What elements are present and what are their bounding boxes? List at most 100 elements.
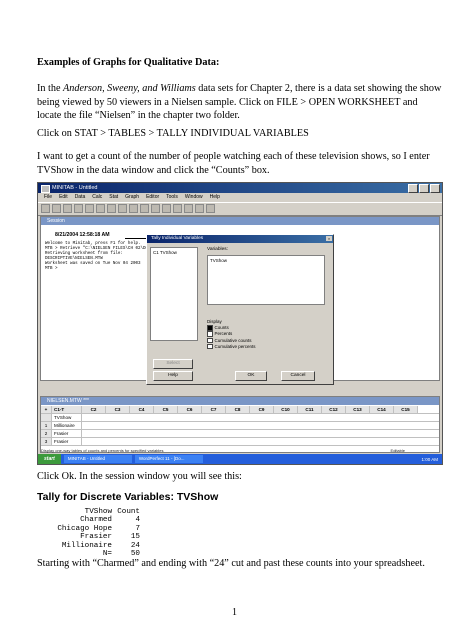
- menu-bar: File Edit Data Calc Stat Graph Editor To…: [38, 193, 442, 202]
- find-icon[interactable]: [129, 204, 138, 213]
- checkbox-checked-icon[interactable]: [207, 325, 213, 331]
- menu-stat[interactable]: Stat: [109, 193, 118, 202]
- option-cumulative-percents[interactable]: Cumulative percents: [207, 344, 256, 350]
- taskbar-item-minitab[interactable]: MINITAB - Untitled: [63, 455, 132, 463]
- column-header[interactable]: C2: [82, 406, 106, 413]
- cut-icon[interactable]: [74, 204, 83, 213]
- ok-button[interactable]: OK: [235, 371, 267, 381]
- menu-editor[interactable]: Editor: [146, 193, 159, 202]
- save-icon[interactable]: [52, 204, 61, 213]
- app-icon: [41, 185, 50, 193]
- column-header[interactable]: C15: [394, 406, 418, 413]
- paste-icon[interactable]: [96, 204, 105, 213]
- menu-window[interactable]: Window: [185, 193, 203, 202]
- table-row: 3 Frasier: [41, 438, 439, 446]
- session-icon[interactable]: [151, 204, 160, 213]
- option-percents-label: Percents: [214, 331, 233, 337]
- column-header[interactable]: C12: [322, 406, 346, 413]
- column-header[interactable]: C10: [274, 406, 298, 413]
- info-icon[interactable]: [184, 204, 193, 213]
- status-text: Display one-way tables of counts and per…: [41, 448, 164, 453]
- column-header[interactable]: C14: [370, 406, 394, 413]
- cancel-button[interactable]: Cancel: [281, 371, 315, 381]
- spreadsheet-instruction: Starting with “Charmed” and ending with …: [37, 558, 425, 569]
- intro-authors: Anderson, Sweeny, and Williams: [63, 83, 196, 94]
- undo-icon[interactable]: [107, 204, 116, 213]
- select-button[interactable]: Select: [153, 359, 193, 369]
- tally-row: Charmed 4: [48, 516, 140, 524]
- column-header[interactable]: C9: [250, 406, 274, 413]
- option-counts-label: Counts: [214, 325, 229, 331]
- window-buttons: [408, 184, 440, 193]
- menu-help[interactable]: Help: [210, 193, 220, 202]
- tally-show: Frasier: [80, 533, 112, 542]
- menu-path-paragraph: Click on STAT > TABLES > TALLY INDIVIDUA…: [37, 128, 309, 139]
- display-options: Display Counts Percents Cumulative count…: [207, 319, 256, 350]
- checkbox-icon[interactable]: [207, 337, 213, 344]
- row-number: 3: [41, 438, 52, 445]
- tally-header: TVShow Count: [48, 508, 140, 516]
- menu-file[interactable]: File: [44, 193, 52, 202]
- start-button[interactable]: start: [38, 454, 61, 464]
- tally-dialog: Tally Individual Variables × C1 TVShow V…: [146, 234, 334, 385]
- dialog-title: Tally Individual Variables: [151, 236, 204, 241]
- column-header[interactable]: C11: [298, 406, 322, 413]
- tally-col-show: TVShow: [84, 508, 112, 516]
- copy-icon[interactable]: [85, 204, 94, 213]
- menu-graph[interactable]: Graph: [125, 193, 139, 202]
- help-icon[interactable]: [140, 204, 149, 213]
- open-icon[interactable]: [41, 204, 50, 213]
- history-icon[interactable]: [195, 204, 204, 213]
- tally-count: 15: [130, 533, 140, 542]
- app-title: MINITAB - Untitled: [52, 185, 98, 191]
- print-icon[interactable]: [63, 204, 72, 213]
- tally-col-count: Count: [117, 508, 140, 516]
- column-header[interactable]: C1-T: [52, 406, 82, 413]
- menu-data[interactable]: Data: [75, 193, 86, 202]
- session-title: Session: [41, 217, 439, 225]
- worksheet-window: NIELSEN.MTW *** + C1-T C2 C3 C4 C5 C6 C7…: [40, 396, 440, 453]
- table-cell[interactable]: TVShow: [52, 414, 82, 421]
- tally-count: 24: [130, 541, 140, 550]
- checkbox-icon[interactable]: [207, 343, 213, 350]
- column-header[interactable]: C13: [346, 406, 370, 413]
- tally-row: Frasier 15: [48, 533, 140, 541]
- column-header[interactable]: C3: [106, 406, 130, 413]
- column-header[interactable]: C6: [178, 406, 202, 413]
- folder-icon[interactable]: [206, 204, 215, 213]
- tally-show: Charmed: [80, 516, 112, 525]
- row-number: 2: [41, 430, 52, 437]
- dialog-titlebar: Tally Individual Variables ×: [147, 235, 333, 243]
- counts-paragraph: I want to get a count of the number of p…: [37, 151, 430, 176]
- help-button[interactable]: Help: [153, 371, 193, 381]
- tally-count: 4: [135, 516, 140, 525]
- worksheet-icon[interactable]: [173, 204, 182, 213]
- redo-icon[interactable]: [118, 204, 127, 213]
- minimize-icon[interactable]: [408, 184, 418, 193]
- variables-input[interactable]: TVShow: [207, 255, 325, 305]
- close-icon[interactable]: [430, 184, 440, 193]
- maximize-icon[interactable]: [419, 184, 429, 193]
- table-cell[interactable]: Frasier: [52, 430, 82, 437]
- column-header[interactable]: C5: [154, 406, 178, 413]
- toolbar: [38, 202, 442, 216]
- taskbar-item-wordperfect[interactable]: WordPerfect 11 - [Do...: [134, 455, 203, 463]
- checkbox-icon[interactable]: [207, 331, 213, 337]
- tally-show: Chicago Hope: [57, 524, 112, 533]
- menu-calc[interactable]: Calc: [92, 193, 102, 202]
- tally-count: 7: [135, 524, 140, 533]
- option-cumulative-counts-label: Cumulative counts: [214, 337, 252, 343]
- variable-list[interactable]: C1 TVShow: [150, 247, 198, 341]
- tally-row: Millionaire 24: [48, 542, 140, 550]
- column-header[interactable]: C4: [130, 406, 154, 413]
- dialog-close-icon[interactable]: ×: [326, 236, 332, 241]
- column-header[interactable]: C8: [226, 406, 250, 413]
- graph-icon[interactable]: [162, 204, 171, 213]
- menu-tools[interactable]: Tools: [166, 193, 178, 202]
- column-header[interactable]: C7: [202, 406, 226, 413]
- menu-edit[interactable]: Edit: [59, 193, 68, 202]
- table-cell[interactable]: Millionaire: [52, 422, 82, 429]
- table-cell[interactable]: Frasier: [52, 438, 82, 445]
- tally-title: Tally for Discrete Variables: TVShow: [37, 491, 219, 503]
- option-cumulative-percents-label: Cumulative percents: [214, 343, 256, 349]
